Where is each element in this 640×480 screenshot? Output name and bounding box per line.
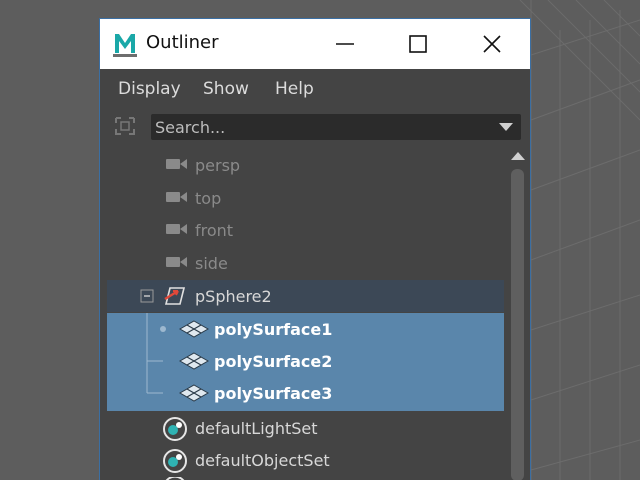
- camera-icon: [166, 159, 187, 169]
- outliner-item-top[interactable]: top: [107, 182, 504, 214]
- item-label: polySurface1: [214, 320, 333, 339]
- transform-icon: [164, 287, 186, 305]
- set-icon: [163, 417, 187, 441]
- outliner-item-persp[interactable]: persp: [107, 149, 504, 181]
- mesh-icon: [179, 384, 209, 402]
- outliner-list: persp top front side pSphere2 polySurfac…: [100, 147, 506, 480]
- maya-logo-icon: [113, 31, 137, 57]
- item-label: defaultLightSet: [195, 419, 318, 438]
- close-button[interactable]: [462, 19, 522, 69]
- tree-connector: [146, 345, 163, 377]
- outliner-item-psphere2[interactable]: pSphere2: [107, 280, 504, 312]
- scroll-thumb[interactable]: [511, 169, 524, 480]
- tree-connector: [146, 313, 166, 345]
- maximize-button[interactable]: [388, 19, 448, 69]
- item-label: top: [195, 189, 222, 208]
- outliner-item-side[interactable]: side: [107, 247, 504, 279]
- outliner-item-defaultlightset[interactable]: defaultLightSet: [107, 412, 504, 444]
- search-input[interactable]: [151, 114, 495, 140]
- minimize-button[interactable]: [315, 19, 375, 69]
- item-label: polySurface2: [214, 352, 333, 371]
- outliner-item-polysurface2[interactable]: polySurface2: [107, 345, 504, 377]
- item-label: defaultObjectSet: [195, 451, 330, 470]
- collapse-icon[interactable]: [140, 289, 154, 303]
- scroll-up-icon[interactable]: [511, 151, 525, 160]
- menu-bar: Display Show Help: [100, 69, 530, 107]
- chevron-down-icon[interactable]: [499, 123, 513, 132]
- close-icon: [483, 35, 501, 53]
- search-row: [100, 111, 530, 141]
- camera-icon: [166, 224, 187, 234]
- item-label: polySurface3: [214, 384, 333, 403]
- camera-icon: [166, 257, 187, 267]
- window-title: Outliner: [146, 32, 219, 53]
- outliner-window: Outliner Display Show Help persp: [99, 18, 531, 480]
- menu-help[interactable]: Help: [275, 79, 314, 99]
- filter-icon[interactable]: [114, 114, 136, 138]
- tree-connector: [146, 377, 163, 394]
- set-icon: [163, 449, 187, 473]
- item-label: persp: [195, 156, 241, 175]
- mesh-icon: [179, 320, 209, 338]
- item-label: side: [195, 254, 228, 273]
- title-bar[interactable]: Outliner: [100, 19, 530, 69]
- scrollbar[interactable]: [506, 147, 530, 480]
- menu-display[interactable]: Display: [118, 79, 181, 99]
- mesh-icon: [179, 352, 209, 370]
- outliner-item-polysurface1[interactable]: polySurface1: [107, 313, 504, 345]
- item-label: front: [195, 221, 234, 240]
- minimize-icon: [336, 43, 354, 45]
- item-label: pSphere2: [195, 287, 272, 306]
- outliner-item-defaultobjectset[interactable]: defaultObjectSet: [107, 444, 504, 476]
- menu-show[interactable]: Show: [203, 79, 249, 99]
- search-box: [151, 114, 521, 140]
- camera-icon: [166, 192, 187, 202]
- outliner-item-polysurface3[interactable]: polySurface3: [107, 377, 504, 411]
- outliner-item-front[interactable]: front: [107, 214, 504, 246]
- maximize-icon: [409, 35, 427, 53]
